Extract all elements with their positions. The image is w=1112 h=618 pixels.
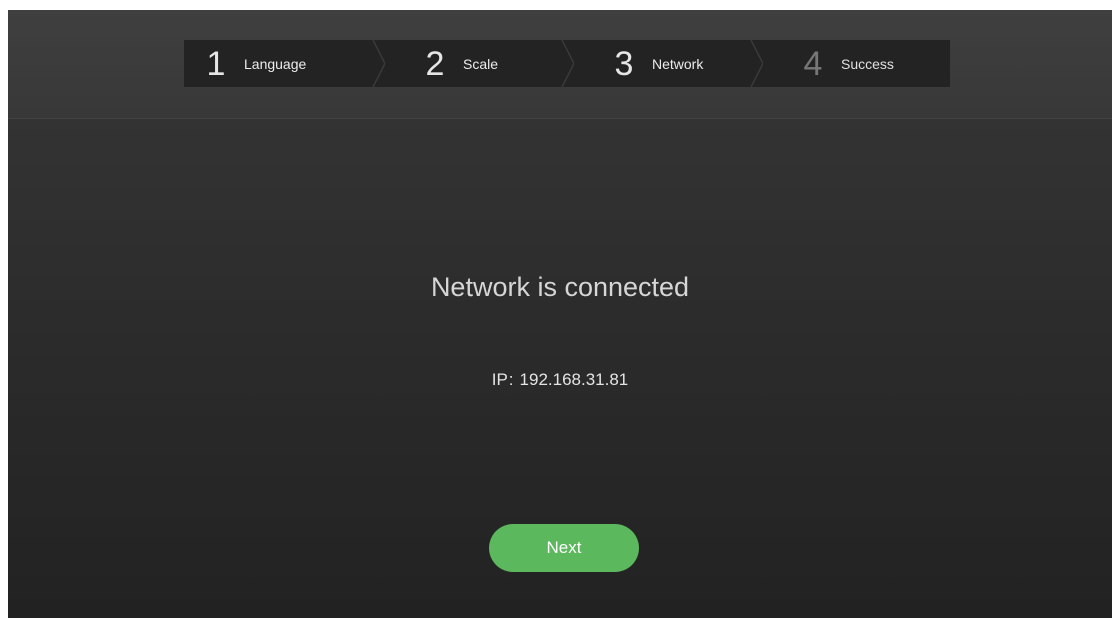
chevron-right-icon (739, 40, 763, 87)
ip-value: 192.168.31.81 (519, 370, 629, 389)
step-label: Scale (463, 55, 499, 72)
step-network: 3 Network (562, 40, 763, 87)
ip-address-row: IP: 192.168.31.81 (8, 370, 1112, 390)
step-language: 1 Language (184, 40, 385, 87)
step-scale: 2 Scale (373, 40, 574, 87)
ip-label: IP (491, 370, 508, 389)
chevron-right-icon (361, 40, 385, 87)
ip-separator: : (508, 370, 514, 389)
step-number: 3 (614, 44, 634, 83)
step-number: 1 (206, 44, 226, 83)
step-number: 4 (803, 44, 823, 83)
chevron-right-icon (550, 40, 574, 87)
step-label: Language (244, 55, 307, 72)
setup-stepper: 1 Language 2 Scale 3 Network 4 Success (184, 40, 950, 87)
setup-screen: 1 Language 2 Scale 3 Network 4 Success N… (8, 10, 1112, 618)
step-label: Network (652, 55, 704, 72)
step-success: 4 Success (751, 40, 940, 87)
step-number: 2 (425, 44, 445, 83)
next-button[interactable]: Next (489, 524, 639, 572)
network-status-title: Network is connected (430, 272, 690, 302)
step-label: Success (841, 55, 894, 72)
